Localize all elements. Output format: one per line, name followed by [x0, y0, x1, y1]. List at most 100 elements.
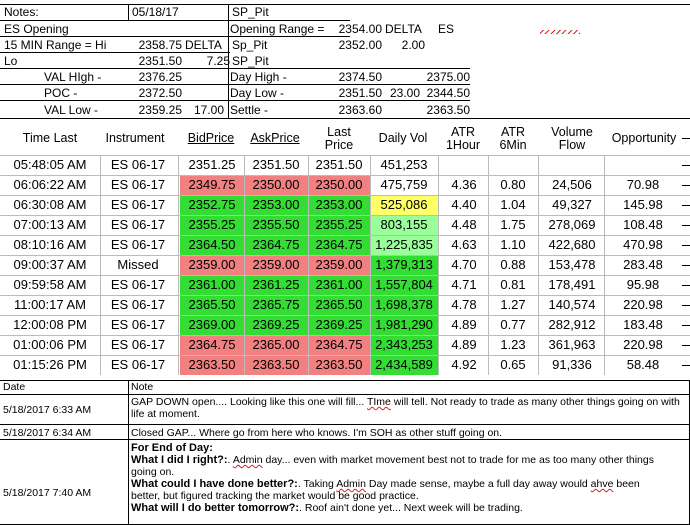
lo-label: Lo	[4, 54, 18, 68]
min15-value: 2358.75	[138, 38, 182, 52]
table-row[interactable]: 09:59:58 AM ES 06-17 2361.00 2361.25 2361.00…	[0, 275, 690, 295]
bid-cell: 2364.50	[180, 235, 244, 255]
market-grid: Time Last Instrument BidPrice AskPrice L…	[0, 122, 690, 380]
last-cell: 2364.75	[308, 235, 370, 255]
ask-cell: 2364.75	[244, 235, 308, 255]
volume-flow-cell: 153,478	[548, 257, 596, 272]
col-atr-6min[interactable]: ATR 6Min	[490, 122, 536, 155]
note-2-text[interactable]: Closed GAP... Where go from here who kno…	[131, 427, 502, 439]
lo-delta: 7.25	[206, 54, 230, 68]
note-3-text[interactable]: For End of Day: What I did I right?:. Ad…	[131, 442, 687, 514]
bid-cell: 2351.25	[188, 157, 236, 172]
day-high-es: 2375.00	[426, 70, 470, 84]
instrument-cell: ES 06-17	[110, 237, 166, 252]
col-daily-vol[interactable]: Daily Vol	[370, 122, 436, 155]
sp-pit-b-label: SP_Pit	[232, 54, 269, 68]
col-bid-price[interactable]: BidPrice	[180, 122, 242, 155]
atr6-cell: 1.23	[500, 337, 526, 352]
table-row[interactable]: 05:48:05 AM ES 06-17 2351.25 2351.50 2351.50…	[0, 155, 690, 175]
settle-es: 2363.50	[426, 103, 470, 117]
notes-col-note: Note	[131, 381, 154, 393]
last-cell: 2363.50	[308, 355, 370, 375]
vol-cell: 1,981,290	[370, 315, 438, 335]
opportunity-cell: 470.98	[623, 237, 663, 252]
atr1-cell: 4.92	[451, 357, 477, 372]
notes-col-date: Date	[3, 381, 26, 393]
atr1-cell: 4.36	[451, 177, 477, 192]
instrument-cell: Missed	[117, 257, 159, 272]
day-low-label: Day Low -	[230, 86, 285, 100]
col-time-last[interactable]: Time Last	[0, 122, 100, 155]
sp-pit-value: 2352.00	[338, 38, 382, 52]
atr6-cell: 0.88	[500, 257, 526, 272]
instrument-cell: ES 06-17	[110, 337, 166, 352]
ask-cell: 2351.50	[252, 157, 300, 172]
bid-cell: 2369.00	[180, 315, 244, 335]
time-cell: 06:06:22 AM	[13, 177, 87, 192]
table-row[interactable]: 07:00:13 AM ES 06-17 2355.25 2355.50 2355.25…	[0, 215, 690, 235]
min15-label: 15 MIN Range = Hi	[4, 38, 107, 52]
col-opportunity[interactable]: Opportunity	[604, 122, 684, 155]
note-2-date: 5/18/2017 6:34 AM	[3, 427, 92, 439]
last-cell: 2365.50	[308, 295, 370, 315]
vol-cell: 1,225,835	[370, 235, 438, 255]
notes-table: Date Note 5/18/2017 6:33 AM GAP DOWN ope…	[0, 380, 690, 525]
col-instrument[interactable]: Instrument	[100, 122, 170, 155]
atr6-cell: 1.04	[500, 197, 526, 212]
settle-label: Settle -	[230, 103, 269, 117]
vol-cell: 475,759	[380, 177, 428, 192]
day-low-delta: 23.00	[389, 86, 420, 100]
instrument-cell: ES 06-17	[110, 357, 166, 372]
table-row[interactable]: 06:06:22 AM ES 06-17 2349.75 2350.00 2350.00…	[0, 175, 690, 195]
table-row[interactable]: 06:30:08 AM ES 06-17 2352.75 2353.00 2353.00…	[0, 195, 690, 215]
time-cell: 09:59:58 AM	[13, 277, 87, 292]
table-row[interactable]: 12:00:08 PM ES 06-17 2369.00 2369.25 2369.25…	[0, 315, 690, 335]
volume-flow-cell: 422,680	[548, 237, 596, 252]
atr6-cell: 0.77	[500, 317, 526, 332]
instrument-cell: ES 06-17	[110, 317, 166, 332]
time-cell: 12:00:08 PM	[13, 317, 87, 332]
ask-cell: 2365.00	[244, 335, 308, 355]
note-3-date: 5/18/2017 7:40 AM	[3, 487, 92, 499]
day-high-label: Day High -	[230, 70, 287, 84]
ask-cell: 2359.00	[244, 255, 308, 275]
bid-cell: 2364.75	[180, 335, 244, 355]
col-last-price[interactable]: Last Price	[310, 122, 368, 155]
table-row[interactable]: 01:15:26 PM ES 06-17 2363.50 2363.50 2363.50…	[0, 355, 690, 375]
vol-cell: 803,155	[370, 215, 438, 235]
last-cell: 2353.00	[308, 195, 370, 215]
vol-cell: 1,698,378	[370, 295, 438, 315]
atr1-cell: 4.89	[451, 317, 477, 332]
col-volume-flow[interactable]: Volume Flow	[540, 122, 604, 155]
notes-label: Notes:	[4, 5, 39, 19]
vol-cell: 2,343,253	[370, 335, 438, 355]
volume-flow-cell: 361,963	[548, 337, 596, 352]
table-row[interactable]: 09:00:37 AM Missed 2359.00 2359.00 2359.00 1,…	[0, 255, 690, 275]
table-row[interactable]: 01:00:06 PM ES 06-17 2364.75 2365.00 2364.75…	[0, 335, 690, 355]
instrument-cell: ES 06-17	[110, 277, 166, 292]
last-cell: 2351.50	[315, 157, 363, 172]
opportunity-cell: 145.98	[623, 197, 663, 212]
opportunity-cell: 220.98	[623, 337, 663, 352]
volume-flow-cell: 140,574	[548, 297, 596, 312]
opening-range-label: Opening Range =	[230, 22, 325, 36]
col-ask-price[interactable]: AskPrice	[244, 122, 306, 155]
note-1-text[interactable]: GAP DOWN open.... Looking like this one …	[131, 396, 687, 420]
atr6-cell: 0.80	[500, 177, 526, 192]
time-cell: 01:00:06 PM	[13, 337, 87, 352]
bid-cell: 2363.50	[180, 355, 244, 375]
opportunity-cell: 283.48	[623, 257, 663, 272]
last-cell: 2350.00	[308, 175, 370, 195]
day-high-value: 2374.50	[338, 70, 382, 84]
ask-cell: 2363.50	[244, 355, 308, 375]
sp-pit-a-label: Sp_Pit	[232, 38, 268, 52]
bid-cell: 2361.00	[180, 275, 244, 295]
volume-flow-cell: 178,491	[548, 277, 596, 292]
table-row[interactable]: 08:10:16 AM ES 06-17 2364.50 2364.75 2364.75…	[0, 235, 690, 255]
time-cell: 01:15:26 PM	[13, 357, 87, 372]
atr6-cell: 0.65	[500, 357, 526, 372]
atr6-cell: 1.10	[500, 237, 526, 252]
table-row[interactable]: 11:00:17 AM ES 06-17 2365.50 2365.75 2365.50…	[0, 295, 690, 315]
atr6-cell: 1.27	[500, 297, 526, 312]
col-atr-1hour[interactable]: ATR 1Hour	[440, 122, 486, 155]
